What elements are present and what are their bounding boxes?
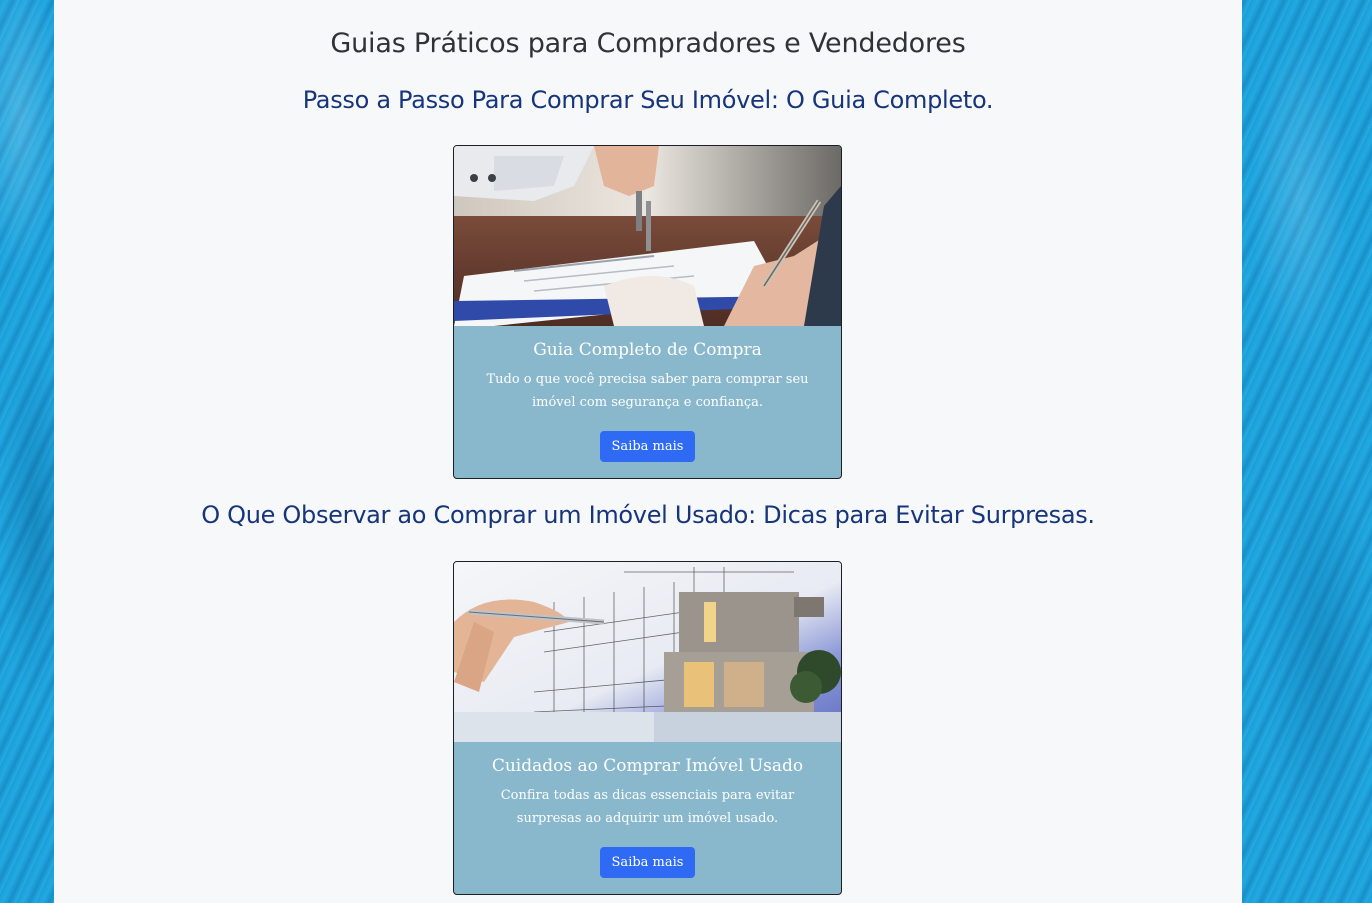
page-title: Guias Práticos para Compradores e Vended… <box>330 28 966 59</box>
card-body: Cuidados ao Comprar Imóvel Usado Confira… <box>454 742 841 878</box>
card-description: Tudo o que você precisa saber para compr… <box>486 372 809 410</box>
card-buy-guide: Guia Completo de Compra Tudo o que você … <box>453 145 842 479</box>
section-heading-buy-guide: Passo a Passo Para Comprar Seu Imóvel: O… <box>302 86 994 114</box>
section-heading-used-property: O Que Observar ao Comprar um Imóvel Usad… <box>201 501 1095 529</box>
card-image-keys-contract <box>454 146 841 326</box>
card-description: Confira todas as dicas essenciais para e… <box>500 788 795 826</box>
card-title: Cuidados ao Comprar Imóvel Usado <box>491 756 804 776</box>
card-used-property: Cuidados ao Comprar Imóvel Usado Confira… <box>453 561 842 895</box>
saiba-mais-button-buy-guide[interactable]: Saiba mais <box>599 431 696 462</box>
card-image-architect-sketch <box>454 562 841 742</box>
main-container: Guias Práticos para Compradores e Vended… <box>54 0 1242 903</box>
card-title: Guia Completo de Compra <box>533 340 762 360</box>
saiba-mais-button-used-property[interactable]: Saiba mais <box>599 847 696 878</box>
card-body: Guia Completo de Compra Tudo o que você … <box>454 326 841 462</box>
